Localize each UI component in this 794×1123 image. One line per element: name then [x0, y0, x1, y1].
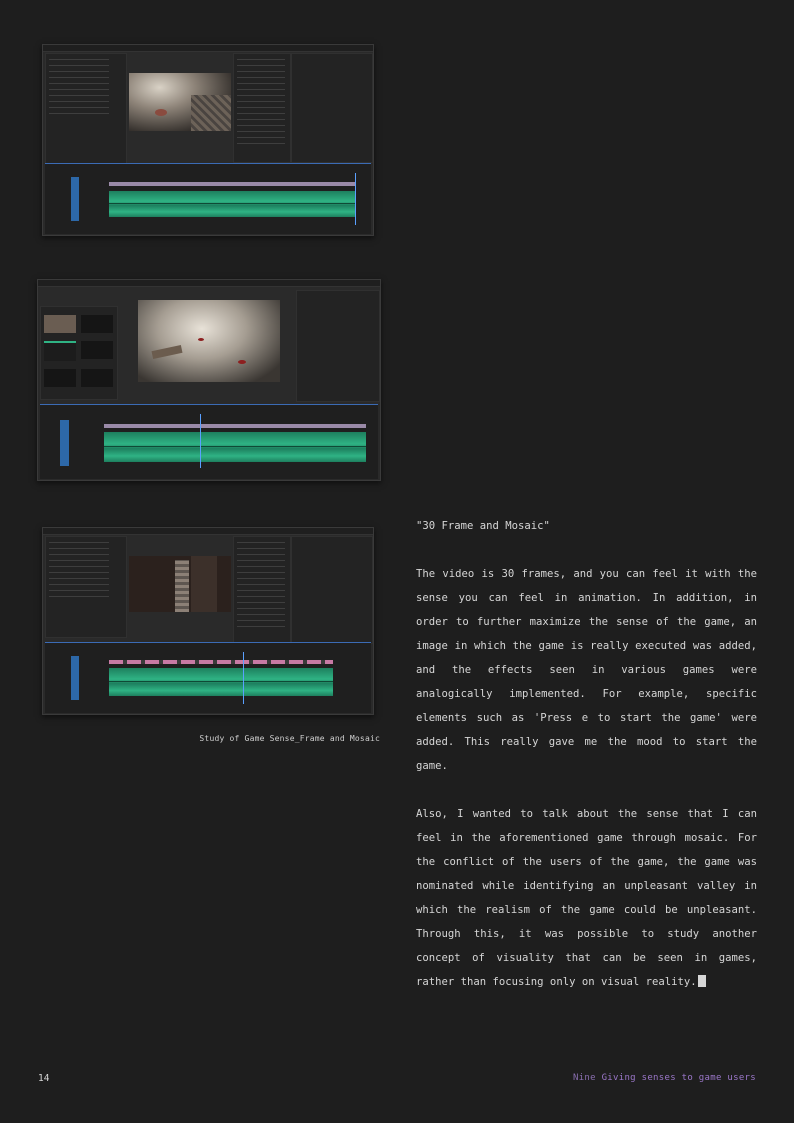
track-header-highlight: [71, 656, 79, 700]
footer-chapter: Nine: [573, 1073, 596, 1083]
object-shape: [155, 109, 167, 116]
footer-title: Giving senses to game users: [601, 1073, 756, 1083]
playhead: [200, 414, 201, 468]
bin-thumbnail: [44, 315, 76, 333]
section-title: "30 Frame and Mosaic": [416, 520, 550, 532]
editor-title-bar: [38, 280, 380, 287]
clip-row: [109, 182, 355, 186]
editor-title-bar: [43, 45, 373, 52]
program-viewer-image: [129, 73, 231, 131]
mosaic-block: [175, 560, 189, 612]
bin-thumbnail: [44, 369, 76, 387]
red-spot: [198, 338, 204, 341]
program-viewer-image: [129, 556, 231, 612]
bin-thumbnail: [81, 315, 113, 333]
effect-controls-list: [237, 542, 285, 632]
editor-screenshot-3: [42, 527, 374, 715]
graph-panel: [291, 53, 373, 163]
audio-waveform: [109, 668, 333, 696]
project-list: [49, 542, 109, 600]
paragraph-2-text: Also, I wanted to talk about the sense t…: [416, 808, 757, 988]
editor-screenshot-2: [37, 279, 381, 481]
audio-waveform: [109, 191, 355, 217]
effect-panel: [296, 290, 380, 402]
article-text: "30 Frame and Mosaic" The video is 30 fr…: [416, 514, 757, 1018]
clip-row: [109, 660, 333, 664]
editor-title-bar: [43, 528, 373, 535]
page-number: 14: [38, 1073, 50, 1084]
hammer-shape: [151, 344, 183, 360]
editor-screenshot-1: [42, 44, 374, 236]
bin-thumbnail: [81, 341, 113, 359]
bin-thumbnail-audio: [44, 341, 76, 361]
running-footer: Nine Giving senses to game users: [573, 1073, 756, 1083]
playhead: [355, 173, 356, 225]
track-header-highlight: [71, 177, 79, 221]
bin-thumbnail: [81, 369, 113, 387]
clip-row: [104, 424, 366, 428]
playhead: [243, 652, 244, 704]
paragraph-1: The video is 30 frames, and you can feel…: [416, 568, 757, 772]
track-header-highlight: [60, 420, 69, 466]
text-cursor: [697, 975, 706, 987]
graph-panel: [291, 536, 373, 644]
doorway-shape: [191, 556, 217, 612]
project-list: [49, 59, 109, 119]
figure-caption: Study of Game Sense_Frame and Mosaic: [199, 734, 380, 743]
effect-controls-list: [237, 59, 285, 149]
program-viewer-image: [138, 300, 280, 382]
media-bin-panel: [40, 306, 118, 400]
paragraph-2: Also, I wanted to talk about the sense t…: [416, 802, 757, 994]
mosaic-block: [191, 95, 231, 131]
red-spot: [238, 360, 246, 364]
audio-waveform: [104, 432, 366, 462]
